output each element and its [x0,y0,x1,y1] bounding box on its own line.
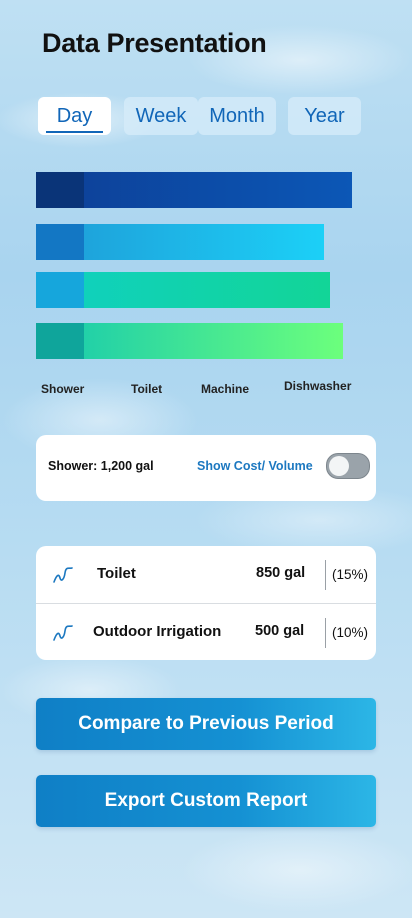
chart-category-label: Dishwasher [284,379,352,393]
chart-category-label: Toilet [131,382,163,396]
cost-volume-toggle[interactable] [326,453,370,479]
chart-category-label: Machine [201,382,250,396]
export-custom-report-button[interactable]: Export Custom Report [36,775,376,827]
list-item-percent: (15%) [332,567,369,582]
divider [325,560,326,590]
list-item-name: Outdoor Irrigation [93,623,222,640]
usage-list: Toilet 850 gal (15%) Outdoor Irrigation … [36,546,376,660]
chart-category-label: Shower [41,382,85,396]
tab-month[interactable]: Month [198,97,276,135]
chart-bar-segment [36,272,84,308]
list-item-gallons: 500 gal [255,623,305,639]
compare-previous-period-button[interactable]: Compare to Previous Period [36,698,376,750]
shower-summary: Shower: 1,200 gal [48,459,154,473]
list-item-gallons: 850 gal [256,565,306,581]
tab-year[interactable]: Year [288,97,361,135]
page-title: Data Presentation [42,28,267,58]
toggle-label: Show Cost/ Volume [197,459,313,473]
tab-day[interactable]: Day [38,97,111,135]
list-item-name: Toilet [97,565,136,582]
list-item-percent: (10%) [332,625,369,640]
divider [325,618,326,648]
chart-bar-dishwasher [36,323,343,359]
chart-bar-machine [36,272,330,308]
trend-line-icon [53,625,73,641]
chart-bar-segment [36,172,84,208]
chart-bar-shower [36,172,352,208]
list-item[interactable]: Outdoor Irrigation 500 gal (10%) [36,603,376,661]
chart-bar-segment [36,224,84,260]
chart-bar-toilet [36,224,324,260]
trend-line-icon [53,567,73,583]
chart-bar-segment [36,323,84,359]
toggle-knob [329,456,349,476]
summary-card: Shower: 1,200 gal Show Cost/ Volume [36,435,376,501]
tab-week[interactable]: Week [124,97,198,135]
water-usage-bar-chart: Shower Toilet Machine Dishwasher [36,172,366,402]
list-item[interactable]: Toilet 850 gal (15%) [36,546,376,603]
period-tabs: Day Week Month Year [38,97,368,137]
